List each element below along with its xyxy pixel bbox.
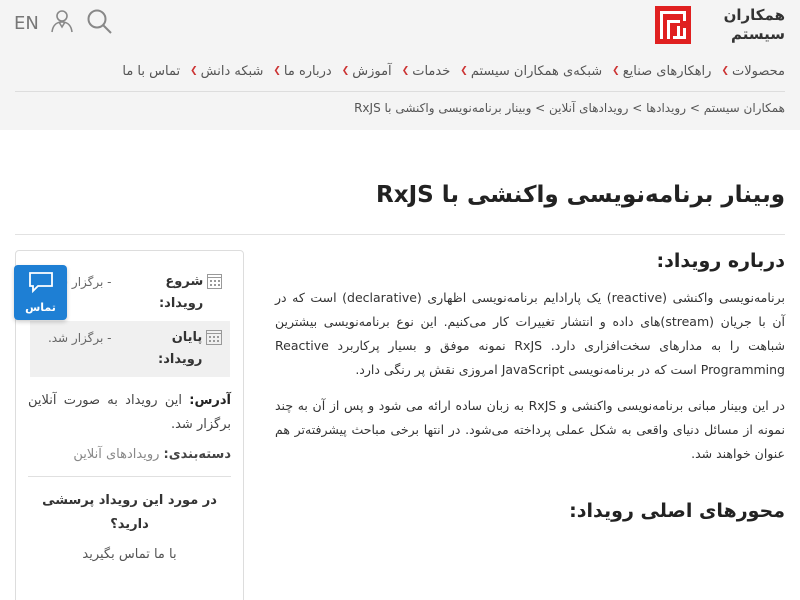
nav-item-services[interactable]: خدمات ❯ <box>402 64 451 79</box>
floating-contact-button[interactable]: تماس <box>14 265 67 320</box>
brand-logo[interactable]: همکاران سیستم <box>655 4 785 46</box>
nav-label: خدمات <box>412 63 451 79</box>
chevron-down-icon: ❯ <box>190 66 198 76</box>
about-paragraph-2: در این وبینار مبانی برنامه‌نویسی واکنشی … <box>275 398 785 461</box>
title-divider <box>15 234 785 235</box>
question-prompt: در مورد این رویداد پرسشی دارید؟ <box>42 493 217 532</box>
event-address: آدرس: این رویداد به صورت آنلاین برگزار ش… <box>28 389 231 437</box>
calendar-icon <box>207 274 222 289</box>
chevron-down-icon: ❯ <box>401 66 410 76</box>
event-end-row: پایان رویداد: - برگزار شد. <box>29 321 230 377</box>
nav-item-about[interactable]: درباره ما ❯ <box>273 64 331 79</box>
page-title: وبینار برنامه‌نویسی واکنشی با RxJS <box>376 182 785 208</box>
event-end-value: - برگزار شد. <box>29 321 120 377</box>
about-heading: درباره رویداد: <box>656 250 785 272</box>
topics-heading: محورهای اصلی رویداد: <box>569 500 785 522</box>
category-link[interactable]: رویدادهای آنلاین <box>73 447 159 462</box>
nav-label: محصولات <box>732 63 785 79</box>
nav-label: آموزش <box>352 63 392 79</box>
breadcrumb[interactable]: همکاران سیستم > رویدادها > رویدادهای آنل… <box>45 101 785 115</box>
brand-name-line1: همکاران <box>723 6 785 24</box>
contact-us-link[interactable]: با ما تماس بگیرید <box>28 547 231 562</box>
event-description: درباره رویداد: برنامه‌نویسی واکنشی (reac… <box>275 250 785 536</box>
event-start-label-cell: شروع رویداد: <box>120 265 230 321</box>
nav-item-training[interactable]: آموزش ❯ <box>342 64 392 79</box>
event-end-label-cell: پایان رویداد: <box>120 321 230 377</box>
nav-item-contact[interactable]: تماس با ما <box>122 64 180 79</box>
nav-item-industry-solutions[interactable]: راهکارهای صنایع ❯ <box>612 64 711 79</box>
nav-label: شبکه‌ی همکاران سیستم <box>470 63 603 79</box>
nav-label: تماس با ما <box>122 63 181 79</box>
search-icon[interactable] <box>85 7 113 39</box>
chevron-down-icon: ❯ <box>612 66 620 76</box>
category-label: دسته‌بندی: <box>163 447 231 462</box>
nav-item-partner-network[interactable]: شبکه‌ی همکاران سیستم ❯ <box>460 64 602 79</box>
user-icon[interactable] <box>49 8 75 38</box>
chevron-down-icon: ❯ <box>341 66 350 76</box>
nav-label: راهکارهای صنایع <box>622 63 712 79</box>
site-header: همکاران سیستم EN محصولات ❯ راهکارهای صنای… <box>0 0 800 130</box>
event-start-label: شروع رویداد: <box>158 274 204 311</box>
event-end-label: پایان رویداد: <box>158 330 203 367</box>
language-switch[interactable]: EN <box>14 13 39 34</box>
event-category: دسته‌بندی: رویدادهای آنلاین <box>28 447 231 462</box>
chevron-down-icon: ❯ <box>273 66 281 76</box>
main-nav: محصولات ❯ راهکارهای صنایع ❯ شبکه‌ی همکاران… <box>40 58 785 84</box>
contact-button-label: تماس <box>25 301 56 314</box>
top-utility-bar: EN <box>14 9 113 37</box>
about-paragraph-1: برنامه‌نویسی واکنشی (reactive) یک پارادا… <box>275 290 786 377</box>
chevron-down-icon: ❯ <box>460 66 468 76</box>
nav-item-products[interactable]: محصولات ❯ <box>721 64 785 79</box>
brand-logo-mark <box>655 6 691 44</box>
chat-bubble-icon <box>28 271 54 297</box>
calendar-icon <box>206 330 222 345</box>
chevron-down-icon: ❯ <box>721 66 729 76</box>
address-label: آدرس: <box>189 393 231 408</box>
header-divider <box>15 91 785 92</box>
nav-label: شبکه دانش <box>200 63 264 79</box>
brand-name-line2: سیستم <box>730 25 785 43</box>
nav-item-knowledge-network[interactable]: شبکه دانش ❯ <box>190 64 263 79</box>
sidebar-divider <box>28 476 231 477</box>
nav-label: درباره ما <box>283 63 332 79</box>
